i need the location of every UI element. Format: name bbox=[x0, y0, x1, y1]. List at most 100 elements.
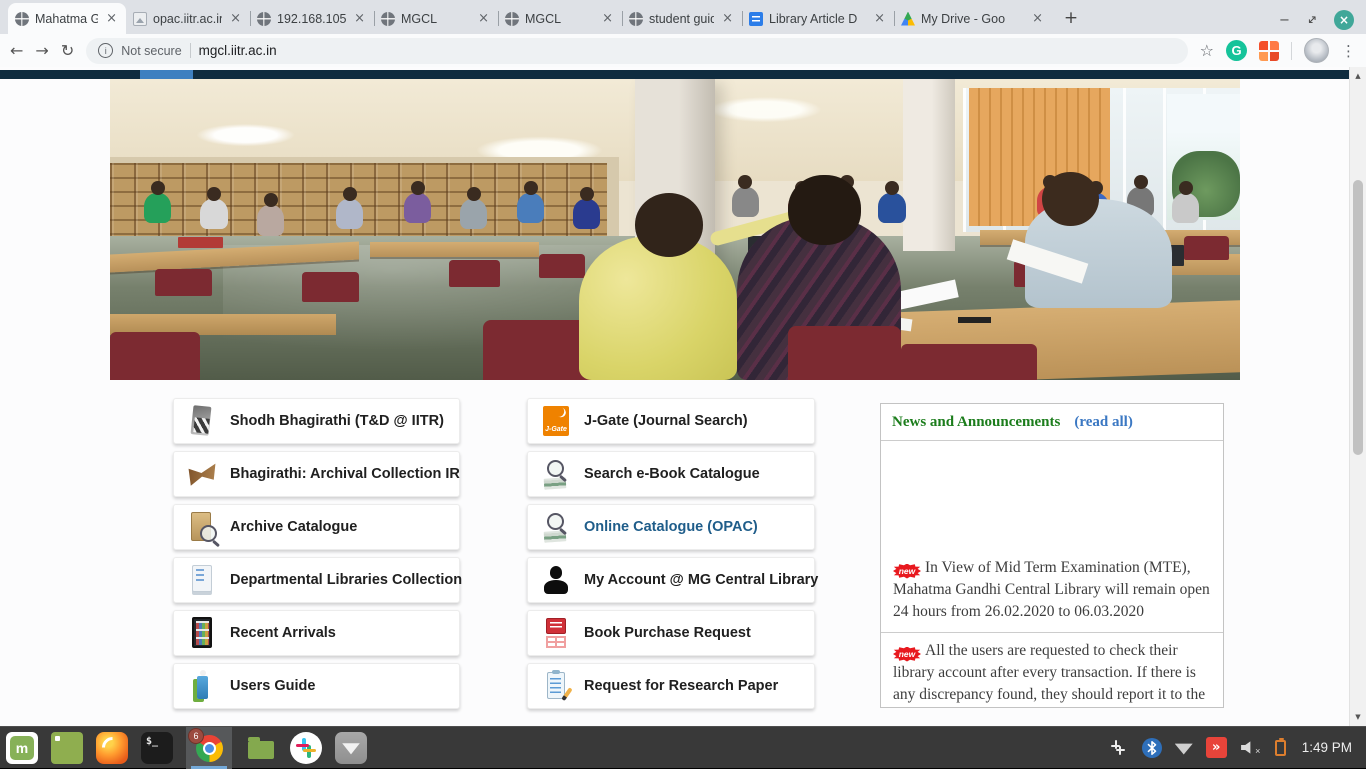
back-button[interactable]: ← bbox=[10, 43, 23, 59]
grammarly-extension-icon[interactable]: G bbox=[1226, 40, 1247, 61]
minimize-button[interactable]: − bbox=[1279, 13, 1290, 28]
info-icon[interactable]: i bbox=[98, 43, 113, 58]
tab-opac[interactable]: opac.iitr.ac.in:8 × bbox=[126, 3, 250, 34]
bluetooth-glyph bbox=[1142, 738, 1162, 758]
link-departmental-libraries[interactable]: Departmental Libraries Collection bbox=[173, 557, 460, 603]
scrollbar[interactable]: ▲ ▼ bbox=[1349, 67, 1366, 726]
clock[interactable]: 1:49 PM bbox=[1302, 740, 1352, 755]
clipboard-pencil-icon bbox=[541, 669, 571, 703]
red-book-icon bbox=[541, 616, 571, 650]
slack-bar bbox=[296, 744, 309, 748]
photo-person bbox=[144, 193, 171, 223]
link-archive-catalogue[interactable]: Archive Catalogue bbox=[173, 504, 460, 550]
photo-shape bbox=[788, 175, 861, 244]
tab-ip-address[interactable]: 192.168.105.14 × bbox=[250, 3, 374, 34]
link-book-purchase[interactable]: Book Purchase Request bbox=[527, 610, 815, 656]
terminal-icon[interactable]: $_ bbox=[141, 732, 173, 764]
scroll-down-arrow[interactable]: ▼ bbox=[1350, 713, 1366, 721]
tab-title: MGCL bbox=[401, 12, 470, 26]
magnifier-icon bbox=[547, 460, 564, 477]
link-recent-arrivals[interactable]: Recent Arrivals bbox=[173, 610, 460, 656]
slack-tray-icon[interactable] bbox=[1107, 737, 1129, 759]
bookmark-star-icon[interactable]: ☆ bbox=[1200, 41, 1214, 60]
tab-close-icon[interactable]: × bbox=[720, 11, 735, 26]
tab-close-icon[interactable]: × bbox=[228, 11, 243, 26]
photo-shape bbox=[178, 237, 223, 248]
scrollbar-thumb[interactable] bbox=[1353, 180, 1363, 455]
mint-logo-icon: m bbox=[10, 736, 34, 760]
restore-button[interactable]: ↕ bbox=[1307, 13, 1317, 27]
file-manager-icon[interactable] bbox=[245, 732, 277, 764]
photo-shape bbox=[579, 236, 737, 380]
archive-book-icon bbox=[187, 457, 217, 491]
link-opac[interactable]: Online Catalogue (OPAC) bbox=[527, 504, 815, 550]
new-tab-button[interactable]: + bbox=[1058, 5, 1084, 31]
profile-avatar[interactable] bbox=[1304, 38, 1329, 63]
tab-close-icon[interactable]: × bbox=[352, 11, 367, 26]
photo-shape bbox=[958, 317, 992, 323]
bluetooth-icon[interactable] bbox=[1142, 738, 1162, 758]
folder-shape bbox=[248, 741, 274, 759]
address-bar[interactable]: i Not secure mgcl.iitr.ac.in bbox=[86, 38, 1187, 64]
photo-person bbox=[732, 187, 759, 217]
close-window-button[interactable]: × bbox=[1334, 10, 1354, 30]
show-desktop-button[interactable] bbox=[51, 732, 83, 764]
mint-menu-button[interactable]: m bbox=[6, 732, 38, 764]
read-all-link[interactable]: (read all) bbox=[1074, 414, 1132, 431]
photo-shape bbox=[302, 272, 359, 302]
reload-button[interactable]: ↻ bbox=[61, 43, 74, 59]
link-jgate[interactable]: J-Gate J-Gate (Journal Search) bbox=[527, 398, 815, 444]
tab-strip: Mahatma Gand × opac.iitr.ac.in:8 × 192.1… bbox=[0, 0, 1366, 34]
tab-close-icon[interactable]: × bbox=[476, 11, 491, 26]
extension-icon[interactable] bbox=[1259, 41, 1279, 61]
photo-shape bbox=[635, 193, 703, 256]
volume-muted-icon[interactable]: × bbox=[1240, 740, 1262, 756]
link-label: Search e-Book Catalogue bbox=[584, 466, 760, 482]
tab-library-article[interactable]: Library Article D × bbox=[742, 3, 894, 34]
google-docs-favicon bbox=[749, 12, 763, 26]
link-my-account[interactable]: My Account @ MG Central Library bbox=[527, 557, 815, 603]
quick-links-left: Shodh Bhagirathi (T&D @ IITR) Bhagirathi… bbox=[173, 398, 460, 716]
slack-icon[interactable] bbox=[290, 732, 322, 764]
anydesk-icon[interactable]: » bbox=[1206, 737, 1227, 758]
chrome-taskbar-button[interactable]: 6 bbox=[186, 727, 232, 769]
tab-title: My Drive - Goo bbox=[921, 12, 1024, 26]
tab-student-guide[interactable]: student guide × bbox=[622, 3, 742, 34]
scroll-up-arrow[interactable]: ▲ bbox=[1350, 72, 1366, 80]
photo-shape bbox=[1042, 172, 1099, 226]
photo-person bbox=[257, 205, 284, 235]
link-ebook-catalogue[interactable]: Search e-Book Catalogue bbox=[527, 451, 815, 497]
link-research-paper[interactable]: Request for Research Paper bbox=[527, 663, 815, 709]
tab-close-icon[interactable]: × bbox=[104, 11, 119, 26]
link-users-guide[interactable]: Users Guide bbox=[173, 663, 460, 709]
tab-close-icon[interactable]: × bbox=[1030, 11, 1045, 26]
link-shodh-bhagirathi[interactable]: Shodh Bhagirathi (T&D @ IITR) bbox=[173, 398, 460, 444]
tab-close-icon[interactable]: × bbox=[872, 11, 887, 26]
link-label: Book Purchase Request bbox=[584, 625, 751, 641]
link-bhagirathi-archival[interactable]: Bhagirathi: Archival Collection IR bbox=[173, 451, 460, 497]
link-label: Archive Catalogue bbox=[230, 519, 357, 535]
tab-mgcl-2[interactable]: MGCL × bbox=[498, 3, 622, 34]
photo-person bbox=[336, 199, 363, 229]
tab-close-icon[interactable]: × bbox=[600, 11, 615, 26]
network-manager-icon[interactable] bbox=[335, 732, 367, 764]
firefox-icon[interactable] bbox=[96, 732, 128, 764]
tab-mahatma-gandhi[interactable]: Mahatma Gand × bbox=[8, 3, 126, 34]
wifi-icon[interactable] bbox=[1175, 741, 1193, 755]
tab-mgcl-1[interactable]: MGCL × bbox=[374, 3, 498, 34]
photo-person bbox=[573, 199, 600, 229]
tab-my-drive[interactable]: My Drive - Goo × bbox=[894, 3, 1052, 34]
url-text[interactable]: mgcl.iitr.ac.in bbox=[199, 43, 277, 58]
menu-kebab-icon[interactable]: ⋮ bbox=[1341, 42, 1356, 60]
taskbar: m $_ 6 » × 1:49 PM bbox=[0, 726, 1366, 768]
globe-favicon bbox=[505, 12, 519, 26]
browser-toolbar: ← → ↻ i Not secure mgcl.iitr.ac.in ☆ G ⋮ bbox=[0, 34, 1366, 67]
pencil-icon bbox=[561, 687, 572, 700]
photo-person bbox=[404, 193, 431, 223]
battery-icon bbox=[1275, 740, 1286, 756]
person-icon bbox=[541, 563, 571, 597]
speaker-glyph bbox=[1241, 741, 1256, 755]
forward-button[interactable]: → bbox=[35, 43, 48, 59]
quick-links-middle: J-Gate J-Gate (Journal Search) Search e-… bbox=[527, 398, 815, 716]
window-dot bbox=[55, 736, 60, 741]
